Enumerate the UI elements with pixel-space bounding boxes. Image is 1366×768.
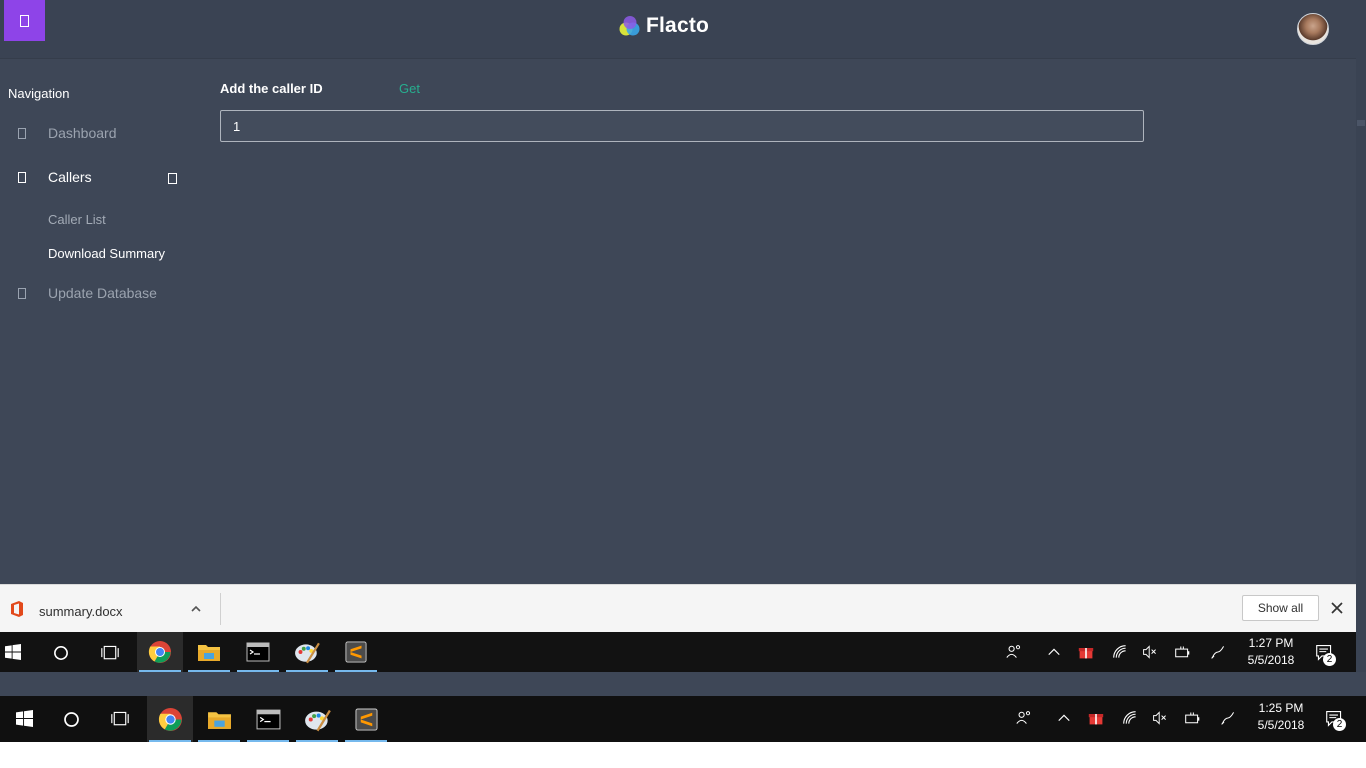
sidebar-heading: Navigation [8,86,70,101]
sidebar-subitem-caller-list[interactable]: Caller List [48,212,106,227]
taskbar: 1:27 PM 5/5/2018 2 [0,632,1356,672]
clock-time: 1:27 PM [1248,636,1294,650]
get-link[interactable]: Get [399,81,420,96]
chrome-icon [158,707,182,731]
pen-icon[interactable] [1208,642,1228,662]
battery-icon[interactable] [1172,642,1192,662]
notification-badge: 2 [1323,653,1336,666]
file-explorer-taskbar-button[interactable] [196,696,242,742]
pen-icon[interactable] [1218,708,1238,728]
clock-time: 1:25 PM [1258,701,1304,715]
sidebar-item-label: Dashboard [48,125,117,141]
office-file-icon [11,601,23,617]
paint-taskbar-button[interactable] [294,696,340,742]
sublime-taskbar-button[interactable] [343,696,389,742]
app-header: Flacto [0,0,1356,59]
download-bar: summary.docx Show all [0,584,1356,633]
terminal-icon [256,709,280,729]
caller-id-input[interactable] [220,110,1144,142]
notification-badge: 2 [1333,718,1346,731]
sublime-taskbar-button[interactable] [333,632,379,672]
volume-muted-icon[interactable] [1150,708,1170,728]
screen-edge [0,742,1366,768]
downloaded-file-name[interactable]: summary.docx [39,604,123,619]
desktop-strip [0,672,1366,696]
folder-icon [198,645,220,661]
terminal-taskbar-button[interactable] [245,696,291,742]
cortana-icon[interactable] [60,708,82,730]
battery-icon[interactable] [1182,708,1202,728]
outer-taskbar: 1:25 PM 5/5/2018 2 [0,696,1366,742]
chrome-taskbar-button[interactable] [137,632,183,672]
sidebar-subitem-download-summary[interactable]: Download Summary [48,246,165,261]
page-scrollbar[interactable] [1356,0,1366,672]
windows-start-icon[interactable] [4,643,22,661]
collapse-icon[interactable] [168,173,177,184]
chevron-up-icon[interactable] [1055,708,1073,728]
chrome-icon [148,641,171,663]
callers-icon [18,172,26,183]
clock-date: 5/5/2018 [1257,718,1305,732]
wifi-icon[interactable] [1110,642,1130,662]
dashboard-icon [18,128,26,139]
brand[interactable]: Flacto [618,12,709,40]
people-icon[interactable] [1014,708,1034,728]
flacto-logo-icon [619,16,640,36]
file-explorer-taskbar-button[interactable] [186,632,232,672]
taskbar-clock[interactable]: 1:25 PM 5/5/2018 [1250,700,1312,734]
menu-toggle-button[interactable] [4,0,45,41]
task-view-icon[interactable] [108,708,132,730]
close-icon[interactable] [1330,601,1344,615]
chrome-taskbar-button[interactable] [147,696,193,742]
show-all-button[interactable]: Show all [1242,595,1319,621]
volume-muted-icon[interactable] [1140,642,1160,662]
paint-taskbar-button[interactable] [284,632,330,672]
sublime-icon [354,707,378,731]
chevron-up-icon[interactable] [188,601,204,617]
divider [220,593,221,625]
wifi-icon[interactable] [1120,708,1140,728]
sidebar-item-label: Update Database [48,285,157,301]
people-icon[interactable] [1004,642,1024,662]
gift-icon[interactable] [1086,708,1106,728]
paint-icon [295,642,320,664]
brand-name: Flacto [646,14,710,37]
caller-id-label: Add the caller ID [220,81,323,96]
sidebar-item-dashboard[interactable]: Dashboard [0,121,200,147]
user-avatar[interactable] [1297,13,1329,45]
sidebar: Navigation Dashboard Callers Caller List… [0,58,210,584]
menu-icon [20,14,29,27]
windows-start-icon[interactable] [15,709,33,727]
clock-date: 5/5/2018 [1247,653,1295,667]
paint-icon [304,709,331,731]
sidebar-item-callers[interactable]: Callers [0,165,200,191]
sidebar-item-label: Callers [48,169,92,185]
cortana-icon[interactable] [50,642,72,664]
terminal-taskbar-button[interactable] [235,632,281,672]
chevron-up-icon[interactable] [1045,642,1063,662]
terminal-icon [246,642,270,662]
task-view-icon[interactable] [98,642,122,664]
database-icon [18,288,26,299]
taskbar-clock[interactable]: 1:27 PM 5/5/2018 [1240,635,1302,669]
sublime-icon [345,641,367,663]
sidebar-item-update-database[interactable]: Update Database [0,281,200,307]
gift-icon[interactable] [1076,642,1096,662]
folder-icon [207,711,231,729]
